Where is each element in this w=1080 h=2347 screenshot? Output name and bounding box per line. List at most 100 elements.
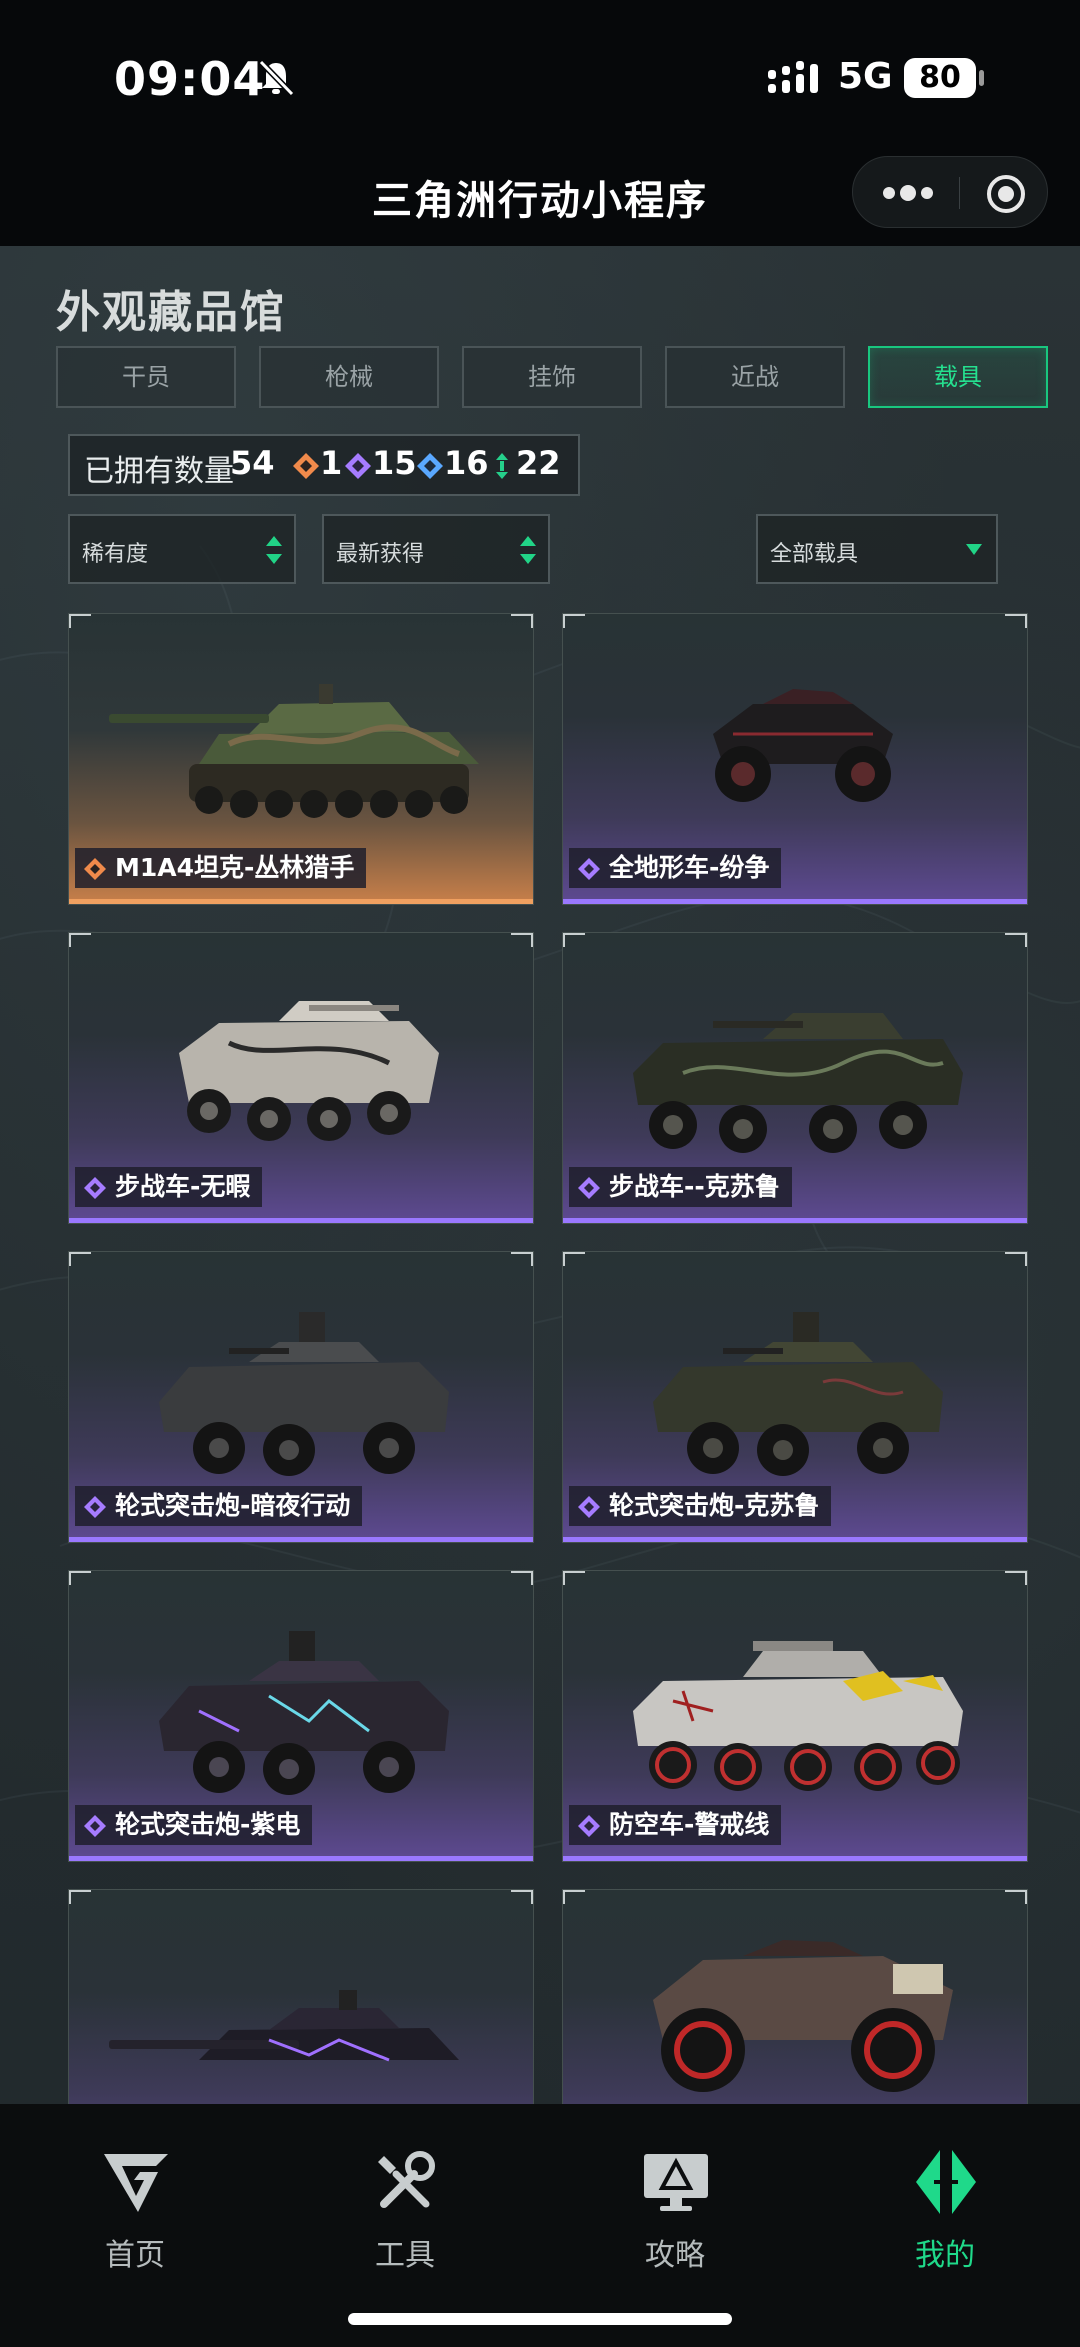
frame-corner: [69, 933, 91, 947]
frame-corner: [69, 1571, 91, 1585]
frame-corner: [1005, 1890, 1027, 1904]
frame-corner: [563, 614, 585, 628]
mini-program-title-bar: 三角洲行动小程序: [0, 150, 1080, 246]
frame-corner: [563, 1571, 585, 1585]
frame-corner: [69, 1252, 91, 1266]
guide-monitor-icon: [644, 2154, 708, 2211]
nav-tools[interactable]: 工具: [270, 2104, 540, 2284]
vehicle-name: 防空车-警戒线: [609, 1810, 770, 1839]
frame-corner: [1005, 1252, 1027, 1266]
tools-icon: [378, 2151, 435, 2208]
nav-profile[interactable]: 我的: [810, 2104, 1080, 2284]
nav-home[interactable]: 首页: [0, 2104, 270, 2284]
tab-melee[interactable]: 近战: [665, 346, 845, 408]
orange-diamond-icon: [84, 858, 106, 880]
frame-corner: [563, 1252, 585, 1266]
sort-updown-icon: [266, 536, 282, 564]
nav-profile-label: 我的: [915, 2238, 975, 2273]
nav-tools-label: 工具: [375, 2238, 435, 2273]
chevron-down-icon: [966, 544, 982, 555]
home-logo-icon: [104, 2154, 168, 2212]
purple-diamond-icon: [578, 858, 600, 880]
vehicle-name-tag: 防空车-警戒线: [569, 1805, 782, 1845]
purple-count: 15: [372, 444, 417, 482]
more-options-button[interactable]: [853, 157, 959, 229]
vehicle-name-tag: 轮式突击炮-克苏鲁: [569, 1486, 832, 1526]
vehicle-card[interactable]: 轮式突击炮-紫电: [68, 1570, 534, 1862]
frame-corner: [511, 1252, 533, 1266]
owned-count-panel: 已拥有数量 54 1 15 16 22: [68, 434, 580, 496]
green-count: 22: [516, 444, 561, 482]
vehicle-name-tag: 全地形车-纷争: [569, 848, 782, 888]
nav-guide[interactable]: 攻略: [540, 2104, 810, 2284]
more-dot-icon: [900, 185, 916, 201]
vehicle-card[interactable]: M1A4坦克-丛林猎手: [68, 613, 534, 905]
more-dot-icon: [921, 187, 933, 199]
rarity-sort-label: 稀有度: [82, 542, 149, 567]
vehicle-category-label: 全部载具: [770, 542, 859, 567]
vehicle-name-tag: 步战车-无暇: [75, 1167, 263, 1207]
nav-home-label: 首页: [105, 2238, 165, 2273]
purple-diamond-icon: [578, 1496, 600, 1518]
tab-charms[interactable]: 挂饰: [462, 346, 642, 408]
atv-image: [653, 1940, 953, 2092]
vehicle-name-tag: 轮式突击炮-紫电: [75, 1805, 313, 1845]
status-bar: 09:04 5G 80: [0, 0, 1080, 160]
blue-count: 16: [444, 444, 489, 482]
vehicle-card[interactable]: 步战车-无暇: [68, 932, 534, 1224]
vehicle-card[interactable]: 全地形车-纷争: [562, 613, 1028, 905]
frame-corner: [69, 614, 91, 628]
category-tabs: 干员 枪械 挂饰 近战 载具: [56, 346, 1048, 408]
tab-vehicles[interactable]: 载具: [868, 346, 1048, 408]
frame-corner: [511, 933, 533, 947]
acquired-sort-dropdown[interactable]: 最新获得: [322, 514, 550, 584]
orange-count: 1: [320, 444, 343, 482]
frame-corner: [1005, 1571, 1027, 1585]
vehicle-name: 步战车-无暇: [115, 1172, 251, 1201]
vehicle-card[interactable]: 轮式突击炮-暗夜行动: [68, 1251, 534, 1543]
bell-muted-icon: [258, 59, 295, 97]
sort-updown-icon: [520, 536, 536, 564]
purple-diamond-icon: [84, 1496, 106, 1518]
vehicle-name: 轮式突击炮-紫电: [115, 1810, 301, 1839]
profile-logo-icon: [916, 2150, 976, 2214]
frame-corner: [69, 1890, 91, 1904]
mini-program-capsule: [852, 156, 1048, 228]
frame-corner: [563, 1890, 585, 1904]
vehicle-card[interactable]: [562, 1889, 1028, 2104]
home-indicator[interactable]: [348, 2313, 732, 2325]
network-type: 5G: [838, 56, 893, 97]
frame-corner: [511, 1890, 533, 1904]
vehicle-name-tag: M1A4坦克-丛林猎手: [75, 848, 367, 888]
blue-diamond-icon: [417, 453, 443, 479]
vehicle-name-tag: 轮式突击炮-暗夜行动: [75, 1486, 363, 1526]
acquired-sort-label: 最新获得: [336, 542, 425, 567]
tank-image: [109, 1990, 459, 2062]
frame-corner: [511, 1571, 533, 1585]
collection-content[interactable]: 外观藏品馆 干员 枪械 挂饰 近战 载具 已拥有数量 54 1 15 16 22…: [0, 246, 1080, 2104]
frame-corner: [1005, 933, 1027, 947]
vehicle-card[interactable]: 防空车-警戒线: [562, 1570, 1028, 1862]
rarity-sort-dropdown[interactable]: 稀有度: [68, 514, 296, 584]
tab-operators[interactable]: 干员: [56, 346, 236, 408]
vehicle-card[interactable]: 步战车--克苏鲁: [562, 932, 1028, 1224]
vehicle-name: 全地形车-纷争: [609, 853, 770, 882]
vehicle-card[interactable]: [68, 1889, 534, 2104]
vehicle-card[interactable]: 轮式突击炮-克苏鲁: [562, 1251, 1028, 1543]
owned-total: 54: [230, 444, 275, 482]
nav-guide-label: 攻略: [645, 2238, 705, 2273]
purple-diamond-icon: [578, 1815, 600, 1837]
status-time: 09:04: [114, 52, 266, 106]
vehicle-category-dropdown[interactable]: 全部载具: [756, 514, 998, 584]
purple-diamond-icon: [84, 1177, 106, 1199]
orange-diamond-icon: [293, 453, 319, 479]
bottom-tab-bar: 首页 工具 攻略 我的: [0, 2104, 1080, 2347]
vehicle-name: M1A4坦克-丛林猎手: [115, 853, 355, 882]
owned-label: 已拥有数量: [84, 454, 234, 489]
tab-firearms[interactable]: 枪械: [259, 346, 439, 408]
vehicle-name: 轮式突击炮-克苏鲁: [609, 1491, 820, 1520]
close-mini-program-button[interactable]: [987, 175, 1025, 213]
more-dot-icon: [883, 187, 895, 199]
green-diamond-icon: [496, 453, 508, 479]
battery-indicator: 80: [904, 58, 984, 98]
